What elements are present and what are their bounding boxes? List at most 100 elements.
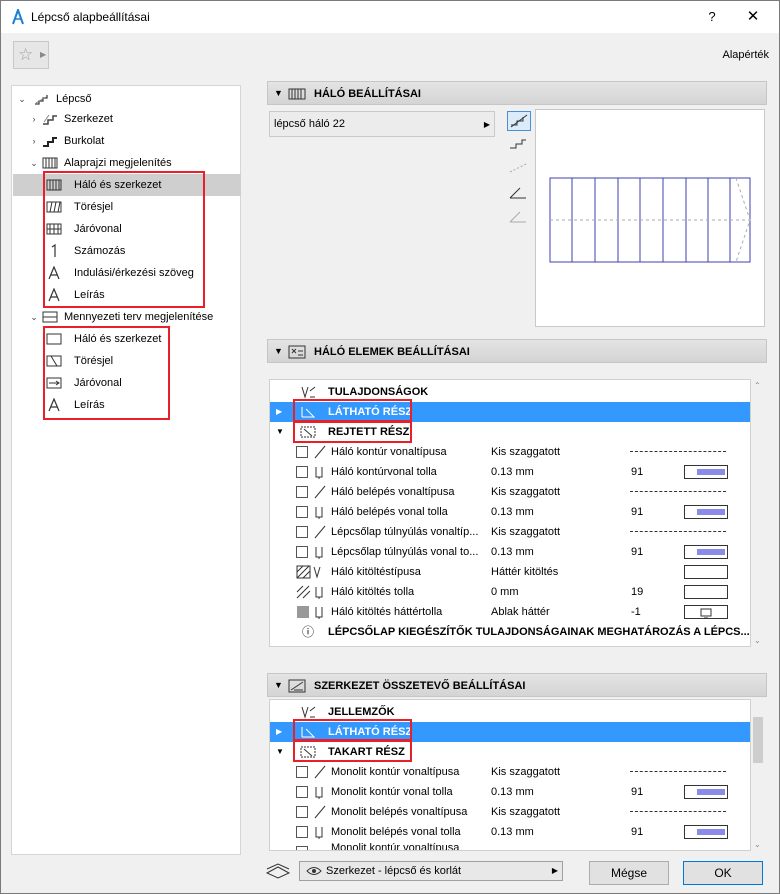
pen-color-swatch[interactable] bbox=[684, 825, 728, 839]
section-mesh-settings[interactable]: ▼ HÁLÓ BEÁLLÍTÁSAI bbox=[267, 81, 767, 105]
group-row-visible-part[interactable]: ▶ LÁTHATÓ RÉSZ bbox=[270, 722, 750, 742]
pen-icon bbox=[315, 827, 323, 839]
dialog-window: Lépcső alapbeállításai ? ✕ ☆ ▶ Alapérték… bbox=[0, 0, 780, 894]
row-checkbox[interactable] bbox=[296, 766, 308, 778]
pen-color-swatch[interactable] bbox=[684, 505, 728, 519]
pen-color-swatch[interactable] bbox=[684, 785, 728, 799]
group-row-properties: TULAJDONSÁGOK bbox=[270, 382, 750, 402]
break-mark-icon bbox=[46, 355, 62, 367]
info-row[interactable]: ⓘ LÉPCSŐLAP KIEGÉSZÍTŐK TULAJDONSÁGAINAK… bbox=[270, 622, 750, 642]
collapse-arrow-icon[interactable]: ⌄ bbox=[28, 306, 40, 328]
property-row[interactable]: Háló kitöltés tolla 0 mm 19 bbox=[270, 582, 750, 602]
stair-line-icon bbox=[509, 187, 526, 199]
dashed-line-swatch bbox=[630, 771, 726, 772]
property-row[interactable]: Monolit kontúr vonaltípusa Kis szaggatot… bbox=[270, 762, 750, 782]
collapse-triangle-icon[interactable]: ▼ bbox=[274, 680, 283, 690]
property-row[interactable]: Lépcsőlap túlnyúlás vonaltíp... Kis szag… bbox=[270, 522, 750, 542]
layers-icon bbox=[265, 863, 291, 879]
group-row-covered-part[interactable]: ▼ TAKART RÉSZ bbox=[270, 742, 750, 762]
scroll-down-icon[interactable]: ⌄ bbox=[754, 840, 761, 849]
expand-arrow-icon[interactable]: › bbox=[28, 130, 40, 152]
view-type-4-button[interactable] bbox=[507, 183, 531, 203]
collapse-triangle-icon[interactable]: ▼ bbox=[274, 346, 283, 356]
row-checkbox[interactable] bbox=[296, 786, 308, 798]
scroll-up-icon[interactable]: ⌃ bbox=[754, 381, 761, 390]
fill-swatch[interactable] bbox=[684, 565, 728, 579]
property-row[interactable]: Lépcsőlap túlnyúlás vonal to... 0.13 mm … bbox=[270, 542, 750, 562]
scroll-down-icon[interactable]: ⌄ bbox=[754, 636, 761, 645]
row-checkbox[interactable] bbox=[296, 806, 308, 818]
mesh-elements-grid: TULAJDONSÁGOK ▶ LÁTHATÓ RÉSZ ▼ REJTETT R… bbox=[269, 379, 751, 647]
property-row[interactable]: Monolit belépés vonal tolla 0.13 mm 91 bbox=[270, 822, 750, 842]
row-checkbox[interactable] bbox=[296, 846, 308, 850]
window-title: Lépcső alapbeállításai bbox=[31, 10, 150, 24]
row-checkbox[interactable] bbox=[296, 446, 308, 458]
view-type-2-button[interactable] bbox=[507, 135, 531, 155]
grid-scrollbar[interactable]: ⌄ bbox=[751, 699, 765, 851]
section-mesh-elements[interactable]: ▼ HÁLÓ ELEMEK BEÁLLÍTÁSAI bbox=[267, 339, 767, 363]
line-type-icon bbox=[314, 805, 326, 819]
fill-type-icon bbox=[296, 565, 311, 579]
fill-pen-swatch[interactable] bbox=[684, 585, 728, 599]
stair-line-icon bbox=[509, 211, 526, 223]
mesh-style-dropdown[interactable]: lépcső háló 22 ▶ bbox=[269, 111, 495, 137]
window-background-swatch[interactable] bbox=[684, 605, 728, 619]
covering-icon bbox=[43, 137, 57, 147]
collapse-arrow-icon[interactable]: ⌄ bbox=[16, 88, 28, 110]
text-icon bbox=[48, 398, 60, 412]
line-type-icon bbox=[314, 525, 326, 539]
property-row[interactable]: Háló kitöltés háttértolla Ablak háttér -… bbox=[270, 602, 750, 622]
settings-tree: ⌄ Lépcső › Szerkezet › Burkolat ⌄ Alapra… bbox=[11, 85, 241, 855]
cancel-button[interactable]: Mégse bbox=[589, 861, 669, 885]
default-label: Alapérték bbox=[722, 49, 769, 61]
expand-arrow-icon[interactable]: › bbox=[28, 108, 40, 130]
line-type-icon bbox=[314, 445, 326, 459]
row-checkbox[interactable] bbox=[296, 546, 308, 558]
line-type-icon bbox=[314, 485, 326, 499]
grid-scrollbar[interactable]: ⌃ ⌄ bbox=[751, 379, 765, 647]
collapse-triangle-icon[interactable]: ▼ bbox=[276, 742, 284, 762]
property-row[interactable]: Monolit belépés vonaltípusa Kis szaggato… bbox=[270, 802, 750, 822]
stair-icon bbox=[35, 95, 49, 105]
expand-triangle-icon[interactable]: ▶ bbox=[276, 402, 282, 422]
view-type-5-button[interactable] bbox=[507, 207, 531, 227]
property-row[interactable]: Háló kitöltéstípusa Háttér kitöltés bbox=[270, 562, 750, 582]
row-checkbox[interactable] bbox=[296, 486, 308, 498]
dashed-line-swatch bbox=[630, 531, 726, 532]
group-row-visible-part[interactable]: ▶ LÁTHATÓ RÉSZ bbox=[270, 402, 750, 422]
group-row-attributes: JELLEMZŐK bbox=[270, 702, 750, 722]
row-checkbox[interactable] bbox=[296, 506, 308, 518]
group-row-hidden-part[interactable]: ▼ REJTETT RÉSZ bbox=[270, 422, 750, 442]
view-type-3-button[interactable] bbox=[507, 159, 531, 179]
row-checkbox[interactable] bbox=[296, 826, 308, 838]
numbering-icon bbox=[51, 244, 56, 257]
close-button[interactable]: ✕ bbox=[741, 6, 765, 28]
view-selector[interactable]: Szerkezet - lépcső és korlát ▶ bbox=[299, 861, 563, 881]
pen-color-swatch[interactable] bbox=[684, 465, 728, 479]
pen-icon bbox=[315, 467, 323, 479]
line-type-icon bbox=[314, 765, 326, 779]
collapse-arrow-icon[interactable]: ⌄ bbox=[28, 152, 40, 174]
section-structure-components[interactable]: ▼ SZERKEZET ÖSSZETEVŐ BEÁLLÍTÁSAI bbox=[267, 673, 767, 697]
property-row[interactable]: Háló kontúr vonaltípusa Kis szaggatott bbox=[270, 442, 750, 462]
help-button[interactable]: ? bbox=[701, 6, 723, 28]
hidden-part-icon bbox=[300, 426, 316, 438]
scrollbar-thumb[interactable] bbox=[753, 717, 763, 763]
expand-triangle-icon[interactable]: ▶ bbox=[276, 722, 282, 742]
property-row[interactable]: Háló belépés vonal tolla 0.13 mm 91 bbox=[270, 502, 750, 522]
visible-part-icon bbox=[301, 727, 316, 738]
property-row[interactable]: Háló belépés vonaltípusa Kis szaggatott bbox=[270, 482, 750, 502]
property-row[interactable]: Monolit kontúr vonaltípusa bbox=[270, 842, 750, 850]
pen-color-swatch[interactable] bbox=[684, 545, 728, 559]
collapse-triangle-icon[interactable]: ▼ bbox=[276, 422, 284, 442]
view-type-1-button[interactable] bbox=[507, 111, 531, 131]
property-row[interactable]: Monolit kontúr vonal tolla 0.13 mm 91 bbox=[270, 782, 750, 802]
structure-components-grid: JELLEMZŐK ▶ LÁTHATÓ RÉSZ ▼ TAKART RÉSZ M… bbox=[269, 699, 751, 851]
info-icon: ⓘ bbox=[302, 625, 315, 639]
favorites-button[interactable]: ☆ ▶ bbox=[13, 41, 49, 69]
row-checkbox[interactable] bbox=[296, 526, 308, 538]
property-row[interactable]: Háló kontúrvonal tolla 0.13 mm 91 bbox=[270, 462, 750, 482]
row-checkbox[interactable] bbox=[296, 466, 308, 478]
collapse-triangle-icon[interactable]: ▼ bbox=[274, 88, 283, 98]
ok-button[interactable]: OK bbox=[683, 861, 763, 885]
